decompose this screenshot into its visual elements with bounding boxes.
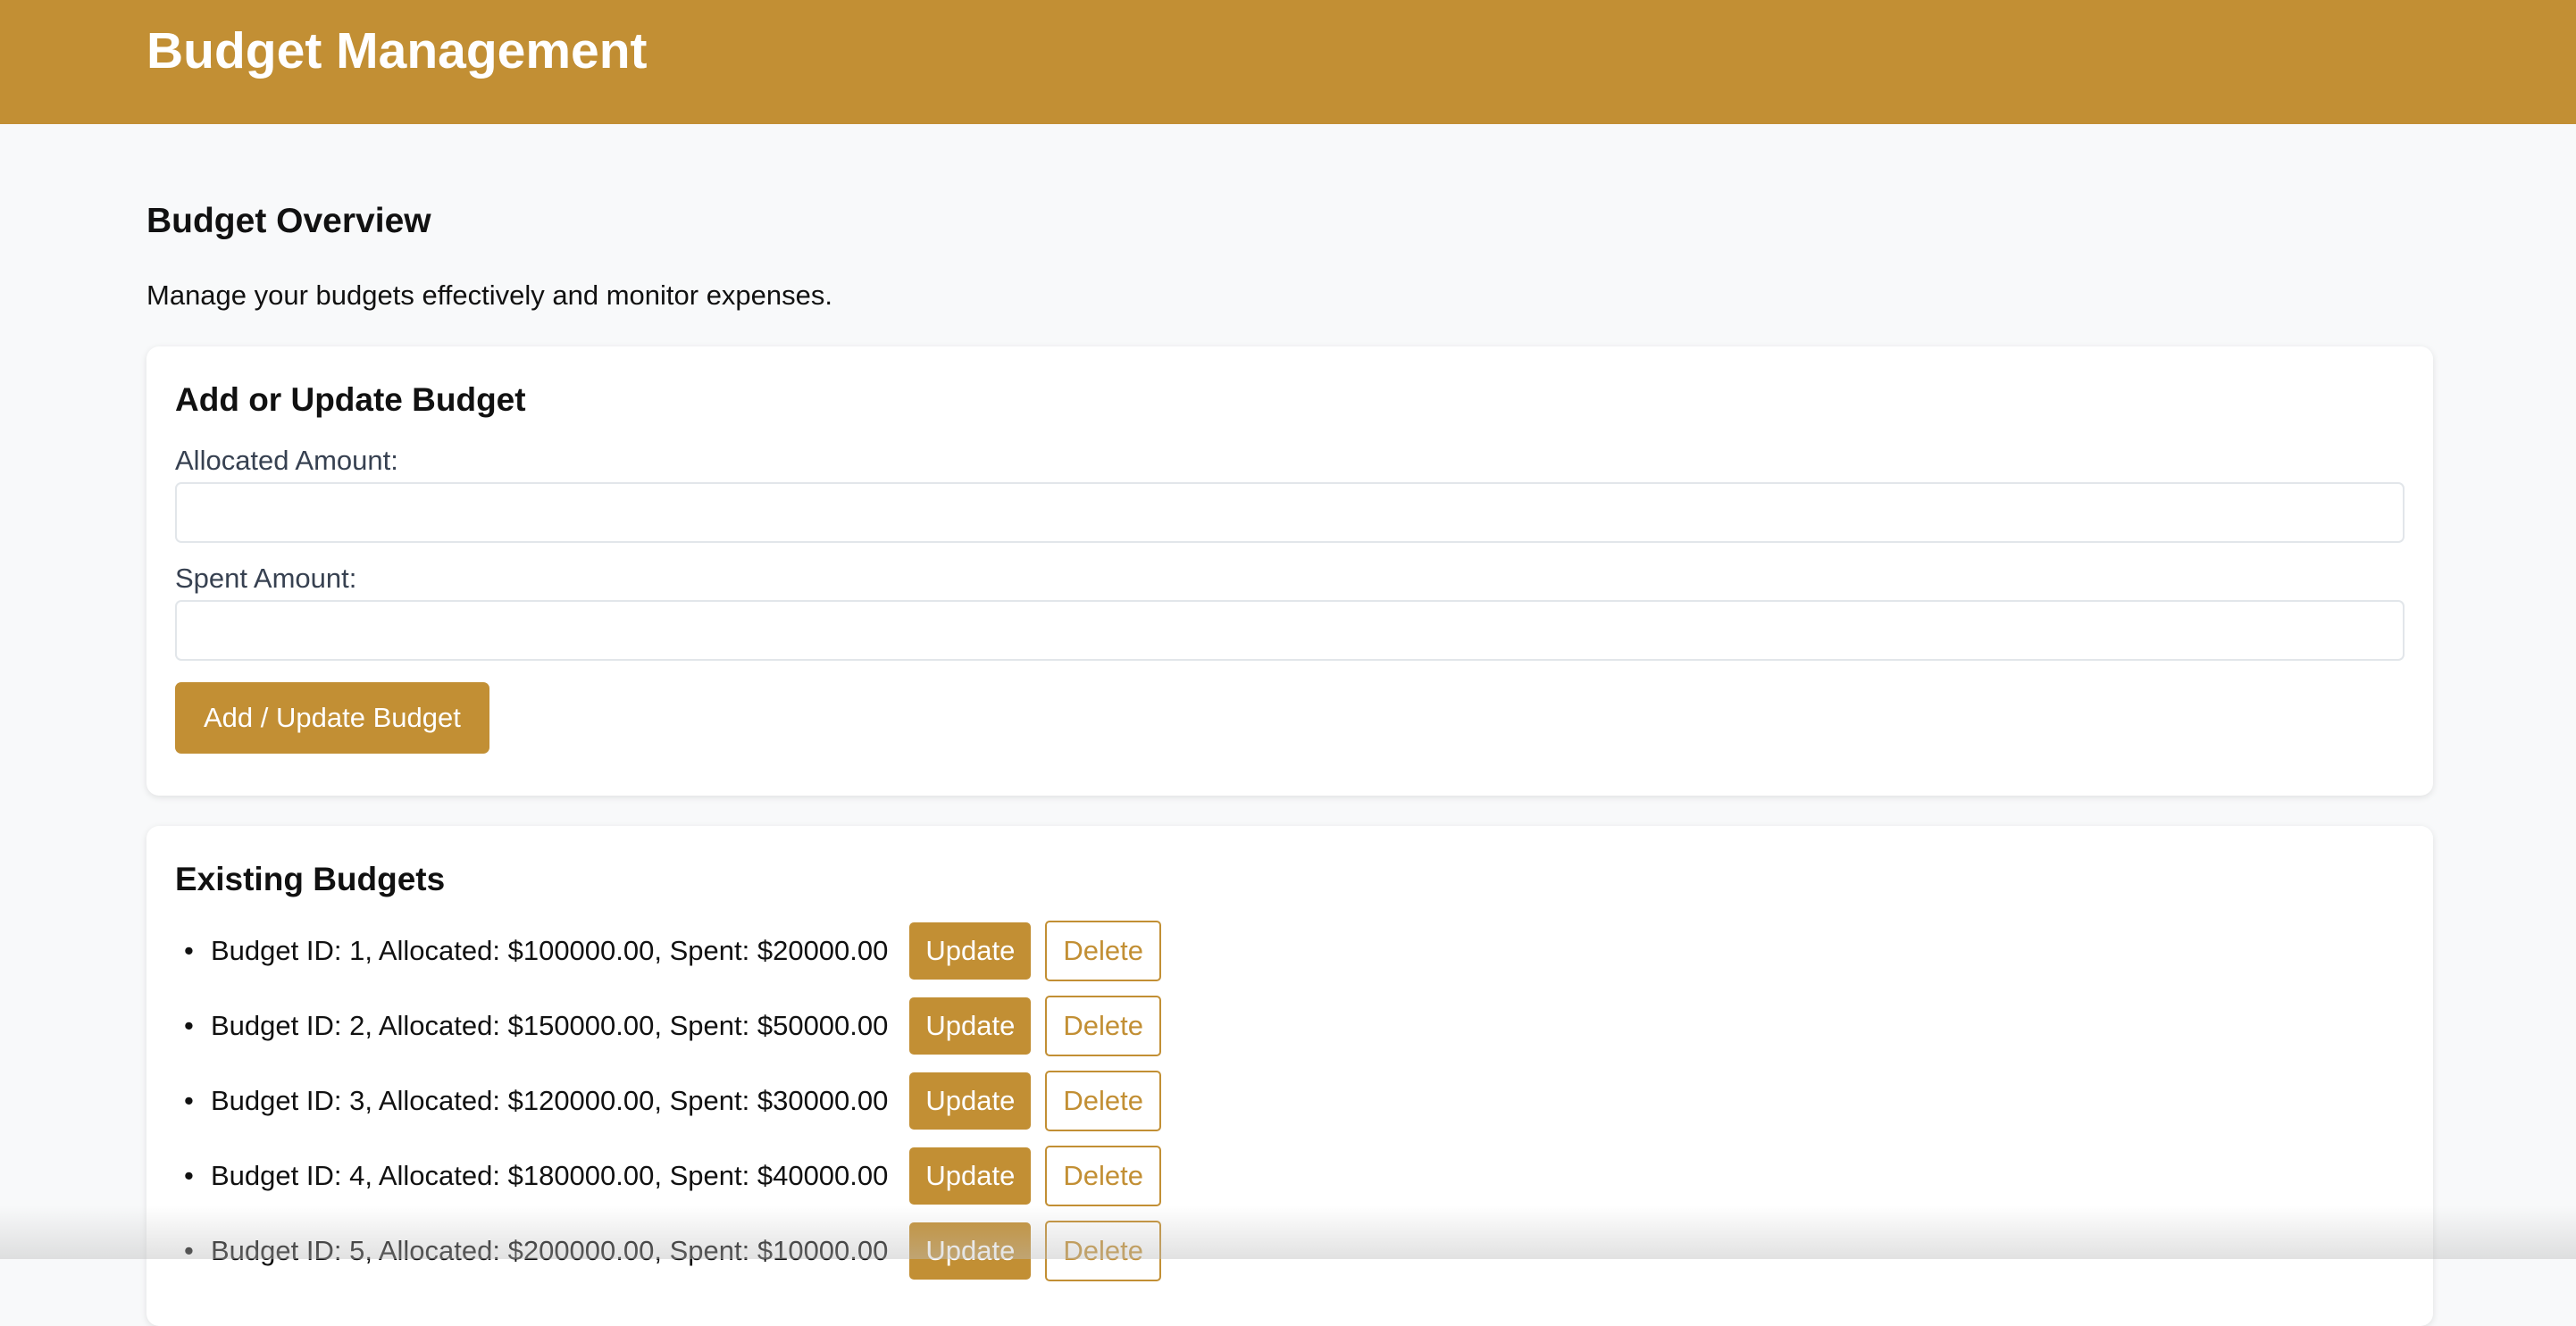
budget-list-item: • Budget ID: 5, Allocated: $200000.00, S…	[175, 1213, 1161, 1288]
budget-list-item: • Budget ID: 2, Allocated: $150000.00, S…	[175, 988, 1161, 1063]
budget-summary: Budget ID: 3, Allocated: $120000.00, Spe…	[211, 1085, 889, 1116]
delete-budget-button[interactable]: Delete	[1045, 921, 1161, 981]
overview-description: Manage your budgets effectively and moni…	[146, 279, 833, 311]
existing-budgets-card: Existing Budgets • Budget ID: 1, Allocat…	[146, 826, 2433, 1326]
allocated-amount-input[interactable]	[175, 482, 2405, 543]
app-title: Budget Management	[146, 22, 648, 79]
allocated-amount-label: Allocated Amount:	[175, 445, 398, 476]
budget-summary: Budget ID: 4, Allocated: $180000.00, Spe…	[211, 1160, 889, 1191]
existing-budgets-title: Existing Budgets	[175, 861, 446, 897]
update-budget-button[interactable]: Update	[909, 1072, 1032, 1130]
bullet-icon: •	[184, 1010, 194, 1041]
spent-amount-label: Spent Amount:	[175, 563, 357, 594]
budget-list-item: • Budget ID: 1, Allocated: $100000.00, S…	[175, 913, 1161, 988]
update-budget-button[interactable]: Update	[909, 922, 1032, 980]
budget-list-item: • Budget ID: 4, Allocated: $180000.00, S…	[175, 1138, 1161, 1213]
budget-form-card: Add or Update Budget Allocated Amount: S…	[146, 346, 2433, 796]
delete-budget-button[interactable]: Delete	[1045, 1221, 1161, 1281]
bullet-icon: •	[184, 935, 194, 966]
bullet-icon: •	[184, 1235, 194, 1266]
delete-budget-button[interactable]: Delete	[1045, 1071, 1161, 1131]
budget-summary: Budget ID: 1, Allocated: $100000.00, Spe…	[211, 935, 889, 966]
bullet-icon: •	[184, 1085, 194, 1116]
bullet-icon: •	[184, 1160, 194, 1191]
delete-budget-button[interactable]: Delete	[1045, 1146, 1161, 1206]
budget-summary: Budget ID: 5, Allocated: $200000.00, Spe…	[211, 1235, 889, 1266]
budget-summary: Budget ID: 2, Allocated: $150000.00, Spe…	[211, 1010, 889, 1041]
form-title: Add or Update Budget	[175, 381, 526, 418]
update-budget-button[interactable]: Update	[909, 997, 1032, 1055]
update-budget-button[interactable]: Update	[909, 1147, 1032, 1205]
overview-title: Budget Overview	[146, 202, 431, 240]
spent-amount-input[interactable]	[175, 600, 2405, 661]
budget-list-item: • Budget ID: 3, Allocated: $120000.00, S…	[175, 1063, 1161, 1138]
update-budget-button[interactable]: Update	[909, 1222, 1032, 1280]
add-update-budget-button[interactable]: Add / Update Budget	[175, 682, 489, 754]
delete-budget-button[interactable]: Delete	[1045, 996, 1161, 1056]
budget-list: • Budget ID: 1, Allocated: $100000.00, S…	[175, 913, 1161, 1288]
app-header: Budget Management	[0, 0, 2576, 124]
